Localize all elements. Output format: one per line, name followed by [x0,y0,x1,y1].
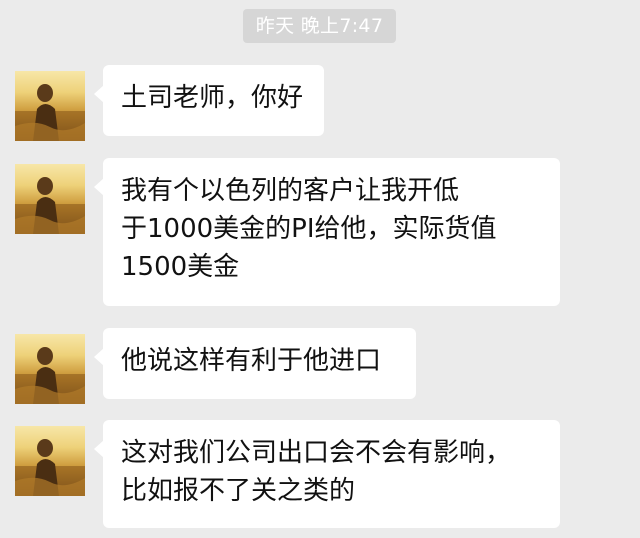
avatar-photo-icon [15,439,85,496]
avatar-photo-icon [15,177,85,234]
contact-avatar[interactable] [15,71,85,141]
avatar-photo-icon [15,84,85,141]
chat-window: 昨天 晚上7:47 土司老师，你好 我有个以色列的客户让我开低 于1000美金的… [0,0,640,538]
message-bubble[interactable]: 他说这样有利于他进口 [94,328,416,399]
contact-avatar[interactable] [15,426,85,496]
contact-avatar[interactable] [15,334,85,404]
message-bubble[interactable]: 我有个以色列的客户让我开低 于1000美金的PI给他，实际货值 1500美金 [94,158,560,306]
message-bubble[interactable]: 土司老师，你好 [94,65,324,136]
message-bubble[interactable]: 这对我们公司出口会不会有影响， 比如报不了关之类的 [94,420,560,528]
avatar-photo-icon [15,347,85,404]
contact-avatar[interactable] [15,164,85,234]
message-timestamp: 昨天 晚上7:47 [243,9,396,43]
